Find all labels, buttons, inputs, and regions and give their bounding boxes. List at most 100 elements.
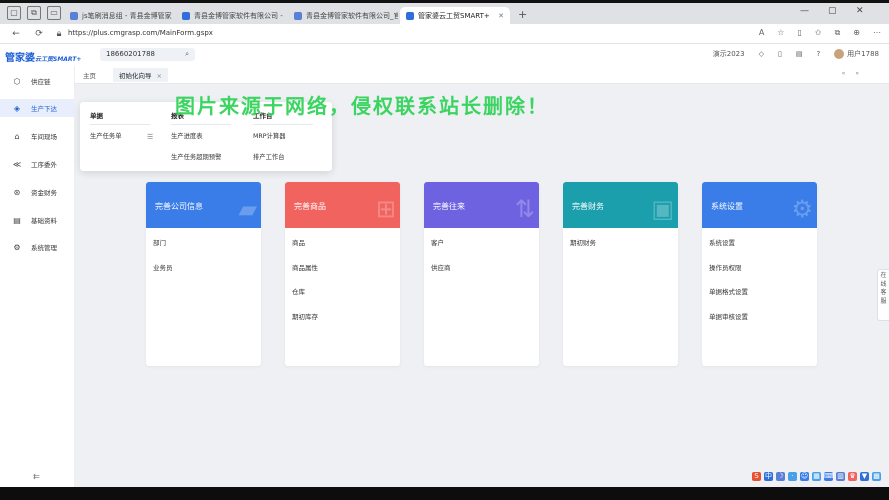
- search-value: 18660201788: [106, 50, 155, 58]
- card-body: 客户 供应商: [424, 228, 539, 285]
- card-link[interactable]: 商品属性: [292, 261, 400, 286]
- online-support-tab[interactable]: 在 线 客 服: [877, 269, 889, 321]
- logo-sub-text: 云工贸SMART+: [35, 56, 82, 63]
- minimize-icon[interactable]: —: [800, 6, 809, 16]
- account-search[interactable]: 18660201788 ⌕: [100, 48, 195, 61]
- grid-icon[interactable]: ▥: [836, 472, 845, 481]
- card-link[interactable]: 操作员权限: [709, 261, 817, 286]
- letterbox-bar: [0, 487, 889, 500]
- sidebar-item-workshop[interactable]: ⌂ 车间现场: [0, 127, 75, 145]
- browser-tab-active[interactable]: 管家婆云工贸SMART+ ✕: [400, 7, 510, 24]
- logo-main-text: 管家婆: [5, 53, 35, 64]
- card-link[interactable]: 仓库: [292, 285, 400, 310]
- support-char: 在: [880, 272, 887, 279]
- sidebar-item-production[interactable]: ◈ 生产下达: [0, 99, 75, 117]
- page-favicon-icon: [294, 11, 302, 20]
- card-products: 完善商品 ⊞ 商品 商品属性 仓库 期初库存: [285, 182, 400, 366]
- user-menu[interactable]: 用户1788: [834, 49, 879, 59]
- card-link[interactable]: 部门: [153, 236, 261, 261]
- back-icon[interactable]: ←: [9, 29, 23, 39]
- card-title: 完善公司信息: [155, 202, 203, 211]
- help-icon[interactable]: ?: [816, 50, 820, 58]
- sidebar-item-system[interactable]: ⚙ 系统管理: [0, 238, 75, 256]
- sidebar-item-supply-chain[interactable]: ⬡ 供应链: [0, 72, 75, 90]
- close-tab-icon[interactable]: ✕: [498, 12, 504, 20]
- card-link[interactable]: 商品: [292, 236, 400, 261]
- card-link[interactable]: 期初财务: [570, 236, 678, 261]
- card-header[interactable]: 完善往来 ⇅: [424, 182, 539, 228]
- card-link[interactable]: 供应商: [431, 261, 539, 286]
- new-tab-icon[interactable]: +: [518, 8, 527, 21]
- url-field[interactable]: https://plus.cmgrasp.com/MainForm.gspx: [68, 29, 213, 37]
- search-icon[interactable]: ⌕: [185, 48, 189, 61]
- sidebar-item-finance[interactable]: ⊛ 资金财务: [0, 183, 75, 201]
- tab-init-wizard[interactable]: 初始化向导 ×: [113, 68, 168, 82]
- tab-actions-icon[interactable]: ▭: [47, 6, 61, 20]
- card-link[interactable]: 业务员: [153, 261, 261, 286]
- demo-label[interactable]: 演示2023: [713, 49, 745, 59]
- close-window-icon[interactable]: ✕: [856, 6, 864, 16]
- layers-icon: ◈: [13, 103, 21, 113]
- close-tab-icon[interactable]: ×: [157, 72, 162, 80]
- apps-icon[interactable]: ▩: [872, 472, 881, 481]
- document-icon[interactable]: ▤: [796, 50, 803, 58]
- card-header[interactable]: 完善财务 ▣: [563, 182, 678, 228]
- read-aloud-icon[interactable]: A: [759, 28, 764, 38]
- card-header[interactable]: 完善公司信息 ▰: [146, 182, 261, 228]
- keyboard-icon[interactable]: ⌨: [824, 472, 834, 481]
- browser-tab[interactable]: js笔刷消息组 - 青县金博管家 ✕: [64, 7, 174, 24]
- browser-tab-title: js笔刷消息组 - 青县金博管家: [82, 11, 172, 20]
- phone-icon[interactable]: ▯: [778, 50, 782, 58]
- sidebar-item-master-data[interactable]: ▤ 基础资料: [0, 211, 75, 229]
- tab-scroll-arrows[interactable]: «»: [842, 70, 869, 77]
- card-header[interactable]: 系统设置 ⚙: [702, 182, 817, 228]
- skin-icon[interactable]: ♛: [848, 472, 857, 481]
- gear-icon: ⚙: [13, 242, 21, 252]
- dot-icon[interactable]: ·: [788, 472, 797, 481]
- language-icon[interactable]: 中: [764, 472, 773, 481]
- card-link[interactable]: 单据审核设置: [709, 310, 817, 335]
- browser-tab[interactable]: 青县金博管家软件有限公司_官 ✕: [288, 7, 398, 24]
- collapse-sidebar-icon[interactable]: ⇇: [33, 472, 40, 481]
- card-header[interactable]: 完善商品 ⊞: [285, 182, 400, 228]
- card-link[interactable]: 客户: [431, 236, 539, 261]
- sidebar-item-label: 系统管理: [31, 244, 57, 252]
- card-link[interactable]: 单据格式设置: [709, 285, 817, 310]
- image-icon[interactable]: ▦: [812, 472, 821, 481]
- divider: [90, 124, 150, 125]
- split-screen-icon[interactable]: ▯: [797, 28, 801, 38]
- favorite-star-icon[interactable]: ☆: [777, 28, 784, 38]
- workspaces-icon[interactable]: ⧉: [27, 6, 41, 20]
- card-title: 完善往来: [433, 202, 465, 211]
- moon-icon[interactable]: ☽: [776, 472, 785, 481]
- reload-icon[interactable]: ⟳: [32, 29, 46, 39]
- diamond-icon[interactable]: ◇: [759, 50, 764, 58]
- menu-item-progress-report[interactable]: 生产进度表: [171, 133, 231, 154]
- transfer-icon: ⇅: [514, 195, 535, 223]
- app-screen: ▢ ⧉ ▭ js笔刷消息组 - 青县金博管家 ✕ 青县金博管家软件有限公司 - …: [0, 3, 889, 487]
- collections-icon[interactable]: ⧉: [835, 28, 841, 38]
- coin-icon: ⊛: [13, 187, 21, 197]
- shirt-icon[interactable]: ▼: [860, 472, 869, 481]
- favorites-icon[interactable]: ✩: [815, 28, 822, 38]
- menu-item-scheduling-workbench[interactable]: 排产工作台: [253, 154, 313, 175]
- more-icon[interactable]: ⋯: [873, 28, 881, 38]
- input-method-icon[interactable]: S: [752, 472, 761, 481]
- menu-item-production-task[interactable]: 生产任务单 ☰: [90, 133, 153, 154]
- wallet-icon: ▣: [651, 195, 674, 223]
- window-menu-icon[interactable]: ▢: [7, 6, 21, 20]
- list-icon[interactable]: ☰: [147, 133, 153, 141]
- sidebar-item-outsourcing[interactable]: ≪ 工序委外: [0, 155, 75, 173]
- lock-icon[interactable]: 🔒︎: [52, 29, 66, 39]
- sidebar-item-label: 车间现场: [31, 133, 57, 141]
- extensions-icon[interactable]: ⊕: [853, 28, 860, 38]
- card-link[interactable]: 系统设置: [709, 236, 817, 261]
- menu-item-overdue-warning[interactable]: 生产任务超期预警: [171, 154, 231, 175]
- maximize-icon[interactable]: ▢: [828, 6, 837, 16]
- share-icon: ≪: [12, 159, 22, 169]
- emoji-icon[interactable]: ☺: [800, 472, 809, 481]
- menu-item-mrp-calculator[interactable]: MRP计算器: [253, 133, 313, 154]
- browser-tab[interactable]: 青县金博管家软件有限公司 - ✕: [176, 7, 286, 24]
- card-link[interactable]: 期初库存: [292, 310, 400, 335]
- tab-home[interactable]: 主页: [83, 70, 96, 80]
